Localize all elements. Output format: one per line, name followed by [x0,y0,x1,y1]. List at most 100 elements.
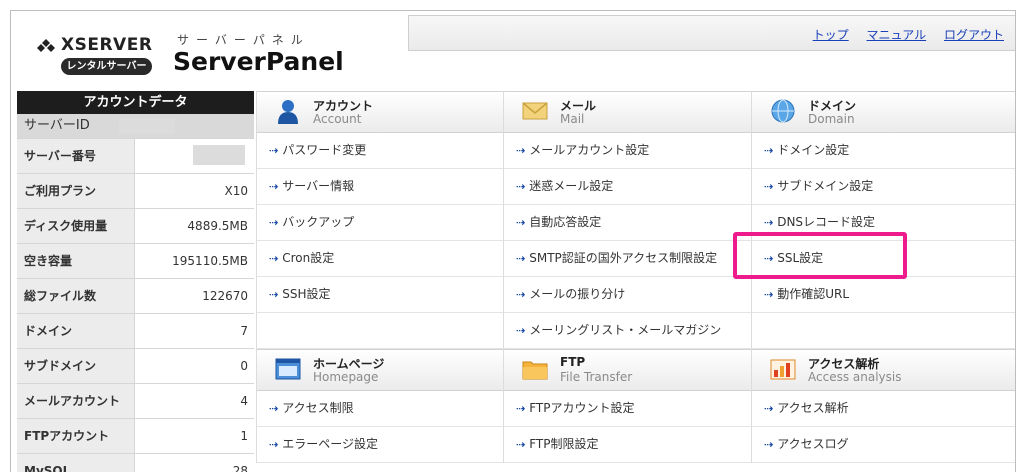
menu-item-label: バックアップ [282,215,355,229]
data-row: ご利用プラン X10 [17,174,254,209]
row-value: 28 [232,464,248,472]
menu-item-cron[interactable]: ⇢ Cron設定 [257,241,504,277]
menu-item-smtp-restriction[interactable]: ⇢ SMTP認証の国外アクセス制限設定 [504,241,752,277]
row-value: X10 [224,184,249,198]
panel-name: ServerPanel [173,47,344,76]
arrow-icon: ⇢ [764,144,774,157]
arrow-icon: ⇢ [516,144,526,157]
menu-item-access-analysis[interactable]: ⇢ アクセス解析 [752,391,1015,427]
person-icon [278,100,298,124]
section-subtitle: Homepage [313,370,379,384]
arrow-icon: ⇢ [269,288,279,301]
empty-cell [752,313,1015,349]
row-label: ドメイン [17,314,135,348]
menu-item-label: 動作確認URL [777,287,850,301]
arrow-icon: ⇢ [269,252,279,265]
menu-item-test-url[interactable]: ⇢ 動作確認URL [752,277,1015,313]
brand-name: XSERVER [61,35,153,55]
row-value: 122670 [202,289,248,303]
header: XSERVER レンタルサーバー サーバーパネル ServerPanel トップ… [11,11,1015,91]
row-label: 空き容量 [17,244,135,278]
account-data-panel: アカウントデータ サーバーID サーバー番号 ご利用プラン X10 ディスク使用量… [17,91,254,472]
menu-item-ssh[interactable]: ⇢ SSH設定 [257,277,504,313]
row-label: サーバー番号 [17,139,135,173]
row-label: 総ファイル数 [17,279,135,313]
row-value: 195110.5MB [172,254,248,268]
arrow-icon: ⇢ [764,216,774,229]
arrow-icon: ⇢ [269,438,279,451]
data-row: サーバー番号 [17,139,254,174]
arrow-icon: ⇢ [516,252,526,265]
menu-item-ftp-account[interactable]: ⇢ FTPアカウント設定 [504,391,752,427]
top-nav-bar: トップ マニュアル ログアウト [408,15,1015,51]
arrow-icon: ⇢ [269,180,279,193]
data-row: 総ファイル数 122670 [17,279,254,314]
menu-item-label: アクセス解析 [777,401,849,415]
top-link[interactable]: トップ [813,28,849,42]
manual-link[interactable]: マニュアル [867,28,927,42]
rental-badge: レンタルサーバー [61,58,152,75]
menu-item-label: サブドメイン設定 [777,179,874,193]
menu-item-password[interactable]: ⇢ パスワード変更 [257,133,504,169]
logout-link[interactable]: ログアウト [944,28,1004,42]
menu-item-label: メールアカウント設定 [529,143,650,157]
menu-item-subdomain[interactable]: ⇢ サブドメイン設定 [752,169,1015,205]
data-row: ドメイン 7 [17,314,254,349]
globe-icon [771,99,795,123]
menu-item-label: FTP制限設定 [529,437,599,451]
menu-item-label: SMTP認証の国外アクセス制限設定 [529,251,718,265]
row-value: 1 [240,429,248,443]
menu-item-server-info[interactable]: ⇢ サーバー情報 [257,169,504,205]
arrow-icon: ⇢ [269,144,279,157]
arrow-icon: ⇢ [516,216,526,229]
column-2: メール Mail ⇢ メールアカウント設定 ⇢ 迷惑メール設定 ⇢ 自動応答設定 ⇢ S… [503,91,752,463]
column-1: アカウント Account ⇢ パスワード変更 ⇢ サーバー情報 ⇢ バックアップ ⇢… [256,91,504,463]
menu-item-backup[interactable]: ⇢ バックアップ [257,205,504,241]
arrow-icon: ⇢ [764,288,774,301]
row-value: 4 [240,394,248,408]
section-mail-header: メール Mail [504,91,752,133]
menu-item-access-restriction[interactable]: ⇢ アクセス制限 [257,391,504,427]
menu-item-spam[interactable]: ⇢ 迷惑メール設定 [504,169,752,205]
server-id-label: サーバーID [17,114,135,138]
menu-item-label: 自動応答設定 [529,215,602,229]
section-access-header: アクセス解析 Access analysis [752,349,1015,391]
row-label: メールアカウント [17,384,135,418]
row-label: FTPアカウント [17,419,135,453]
row-label: MySQL [17,454,135,472]
row-label: ご利用プラン [17,174,135,208]
data-row: 空き容量 195110.5MB [17,244,254,279]
menu-item-label: DNSレコード設定 [777,215,876,229]
data-row: MySQL 28 [17,454,254,472]
row-value: 4889.5MB [187,219,248,233]
account-data-title: アカウントデータ [17,91,254,114]
section-subtitle: Mail [560,112,585,126]
arrow-icon: ⇢ [516,324,526,337]
server-id-row: サーバーID [17,114,254,139]
arrow-icon: ⇢ [269,216,279,229]
menu-item-label: メールの振り分け [529,287,626,301]
section-account-header: アカウント Account [257,91,504,133]
section-domain-header: ドメイン Domain [752,91,1015,133]
row-label: サブドメイン [17,349,135,383]
menu-item-ftp-restriction[interactable]: ⇢ FTP制限設定 [504,427,752,463]
row-value: 7 [240,324,248,338]
menu-item-mailing-list[interactable]: ⇢ メーリングリスト・メールマガジン [504,313,752,349]
menu-item-access-log[interactable]: ⇢ アクセスログ [752,427,1015,463]
menu-item-autoresponder[interactable]: ⇢ 自動応答設定 [504,205,752,241]
section-homepage-header: ホームページ Homepage [257,349,504,391]
menu-item-error-page[interactable]: ⇢ エラーページ設定 [257,427,504,463]
arrow-icon: ⇢ [764,180,774,193]
arrow-icon: ⇢ [516,180,526,193]
xserver-diamond-icon [37,39,55,52]
menu-item-domain[interactable]: ⇢ ドメイン設定 [752,133,1015,169]
redacted-value [193,145,245,165]
section-subtitle: Account [313,112,362,126]
menu-item-label: エラーページ設定 [282,437,378,451]
menu-item-mail-account[interactable]: ⇢ メールアカウント設定 [504,133,752,169]
menu-item-mail-filter[interactable]: ⇢ メールの振り分け [504,277,752,313]
envelope-icon [522,102,548,120]
menu-item-label: サーバー情報 [282,179,355,193]
row-value: 0 [240,359,248,373]
data-row: ディスク使用量 4889.5MB [17,209,254,244]
